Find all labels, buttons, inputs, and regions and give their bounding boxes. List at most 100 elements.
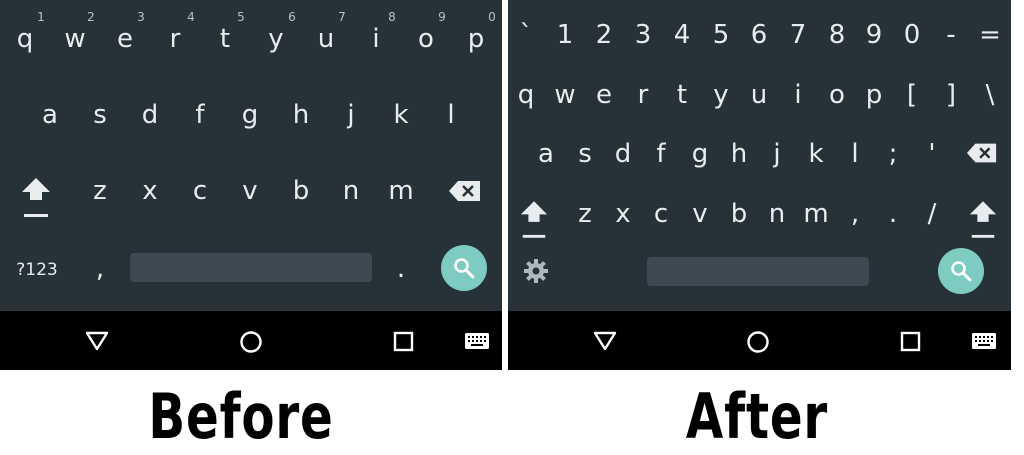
key-d[interactable]: d — [615, 139, 632, 169]
key-6[interactable]: 6 — [751, 20, 768, 50]
key-3[interactable]: 3 — [635, 20, 652, 50]
number-hint: 2 — [87, 10, 95, 24]
key-y[interactable]: y — [268, 24, 283, 54]
key-o[interactable]: o — [829, 80, 845, 110]
backspace-icon[interactable] — [966, 142, 998, 168]
key-i[interactable]: i — [372, 24, 379, 54]
key-semicolon[interactable]: ; — [889, 139, 898, 169]
key-n[interactable]: n — [769, 199, 785, 229]
search-button[interactable] — [441, 245, 487, 291]
shift-icon[interactable] — [20, 176, 52, 222]
key-backslash[interactable]: \ — [986, 80, 995, 110]
backspace-icon[interactable] — [448, 180, 482, 206]
key-b[interactable]: b — [731, 199, 748, 229]
key-a[interactable]: a — [538, 139, 554, 169]
gear-icon[interactable] — [523, 258, 549, 288]
symbols-key[interactable]: ?123 — [16, 255, 57, 285]
key-d[interactable]: d — [142, 100, 159, 130]
spacebar[interactable] — [130, 253, 372, 282]
key-f[interactable]: f — [656, 139, 665, 169]
key-s[interactable]: s — [93, 100, 107, 130]
key-n[interactable]: n — [343, 176, 359, 206]
key-e[interactable]: e — [117, 24, 133, 54]
back-triangle-icon[interactable] — [85, 331, 109, 355]
key-1[interactable]: 1 — [557, 20, 574, 50]
key-equals[interactable]: = — [979, 20, 1001, 50]
keyboard-before: 1 2 3 4 5 6 7 8 9 0 q w e r t y u i o p … — [0, 0, 502, 311]
key-t[interactable]: t — [677, 80, 687, 110]
home-circle-icon[interactable] — [239, 330, 263, 358]
key-m[interactable]: m — [803, 199, 828, 229]
key-left-bracket[interactable]: [ — [907, 80, 917, 110]
recents-square-icon[interactable] — [393, 331, 415, 357]
search-button[interactable] — [938, 248, 984, 294]
shift-icon[interactable] — [519, 199, 549, 243]
key-w[interactable]: w — [64, 24, 85, 54]
key-v[interactable]: v — [242, 176, 257, 206]
key-f[interactable]: f — [195, 100, 204, 130]
key-c[interactable]: c — [654, 199, 668, 229]
key-comma[interactable]: , — [851, 199, 859, 229]
key-4[interactable]: 4 — [674, 20, 691, 50]
key-p[interactable]: p — [468, 24, 485, 54]
key-g[interactable]: g — [242, 100, 259, 130]
key-i[interactable]: i — [794, 80, 801, 110]
key-c[interactable]: c — [193, 176, 207, 206]
key-8[interactable]: 8 — [829, 20, 846, 50]
spacebar[interactable] — [647, 257, 869, 286]
key-5[interactable]: 5 — [713, 20, 730, 50]
key-9[interactable]: 9 — [866, 20, 883, 50]
key-t[interactable]: t — [220, 24, 230, 54]
key-a[interactable]: a — [42, 100, 58, 130]
key-comma[interactable]: , — [96, 254, 104, 284]
key-v[interactable]: v — [692, 199, 707, 229]
recents-square-icon[interactable] — [900, 331, 922, 357]
shift-icon[interactable] — [968, 199, 998, 243]
key-y[interactable]: y — [713, 80, 728, 110]
home-circle-icon[interactable] — [746, 330, 770, 358]
before-panel: 1 2 3 4 5 6 7 8 9 0 q w e r t y u i o p … — [0, 0, 502, 370]
key-x[interactable]: x — [615, 199, 630, 229]
key-k[interactable]: k — [393, 100, 408, 130]
number-hint: 0 — [488, 10, 496, 24]
key-b[interactable]: b — [293, 176, 310, 206]
key-j[interactable]: j — [773, 139, 780, 169]
key-r[interactable]: r — [638, 80, 649, 110]
key-0[interactable]: 0 — [904, 20, 921, 50]
key-7[interactable]: 7 — [790, 20, 807, 50]
key-z[interactable]: z — [93, 176, 107, 206]
number-hint: 4 — [187, 10, 195, 24]
key-backtick[interactable]: ` — [520, 20, 533, 50]
key-q[interactable]: q — [518, 80, 535, 110]
keyboard-icon[interactable] — [465, 333, 489, 353]
key-l[interactable]: l — [851, 139, 858, 169]
key-e[interactable]: e — [596, 80, 612, 110]
key-h[interactable]: h — [731, 139, 747, 169]
back-triangle-icon[interactable] — [593, 331, 617, 355]
key-slash[interactable]: / — [928, 199, 937, 229]
key-period[interactable]: . — [889, 199, 897, 229]
key-apostrophe[interactable]: ' — [928, 139, 935, 169]
keyboard-icon[interactable] — [972, 333, 996, 353]
key-q[interactable]: q — [17, 24, 34, 54]
key-u[interactable]: u — [318, 24, 334, 54]
key-l[interactable]: l — [447, 100, 454, 130]
key-k[interactable]: k — [808, 139, 823, 169]
key-p[interactable]: p — [866, 80, 883, 110]
key-s[interactable]: s — [578, 139, 592, 169]
key-m[interactable]: m — [388, 176, 413, 206]
number-hint: 7 — [338, 10, 346, 24]
key-w[interactable]: w — [554, 80, 575, 110]
key-2[interactable]: 2 — [596, 20, 613, 50]
key-h[interactable]: h — [293, 100, 309, 130]
key-minus[interactable]: - — [946, 20, 955, 50]
key-j[interactable]: j — [347, 100, 354, 130]
key-z[interactable]: z — [578, 199, 592, 229]
key-period[interactable]: . — [397, 254, 405, 284]
key-r[interactable]: r — [170, 24, 181, 54]
key-x[interactable]: x — [142, 176, 157, 206]
key-o[interactable]: o — [418, 24, 434, 54]
key-u[interactable]: u — [751, 80, 767, 110]
key-g[interactable]: g — [692, 139, 709, 169]
key-right-bracket[interactable]: ] — [946, 80, 956, 110]
